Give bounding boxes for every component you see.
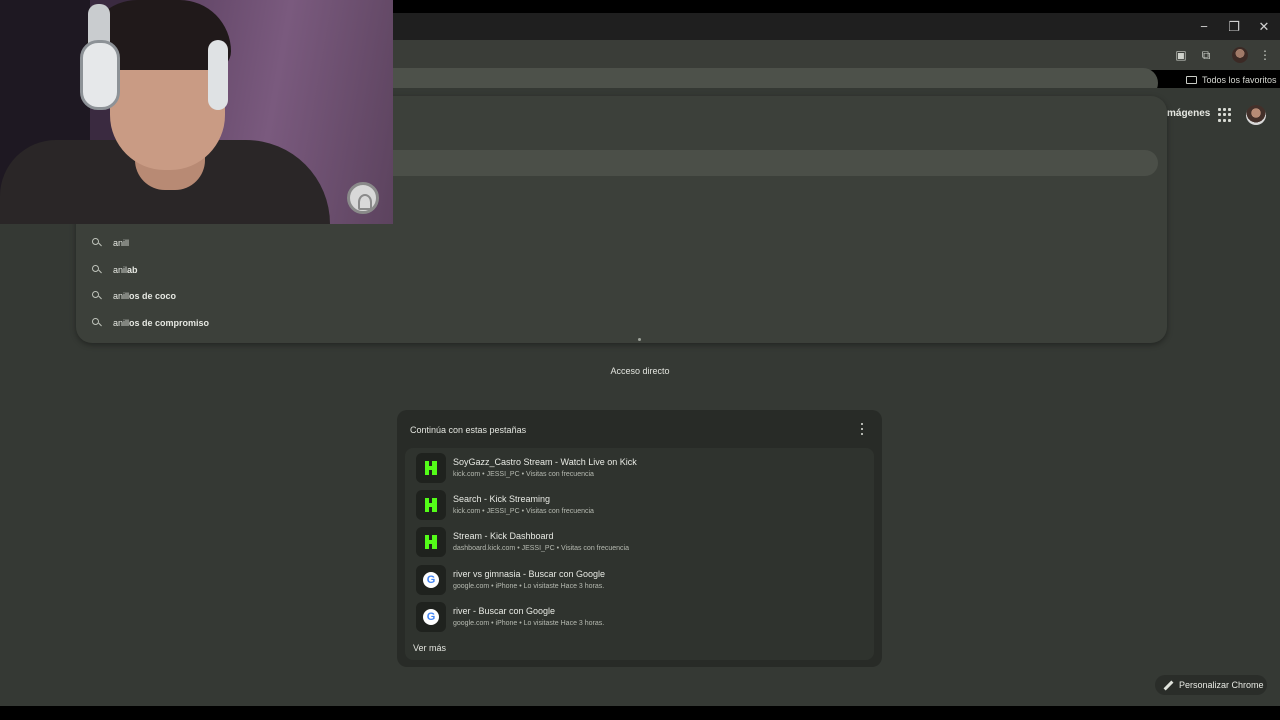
google-icon: G xyxy=(416,602,446,632)
shortcut-tile[interactable] xyxy=(638,338,641,341)
stream-logo-icon xyxy=(347,182,379,214)
suggestion-item[interactable]: anill os de compromiso xyxy=(90,314,209,332)
suggestion-item[interactable]: anil ab xyxy=(90,261,138,279)
all-bookmarks-label: Todos los favoritos xyxy=(1202,75,1277,85)
kick-icon xyxy=(416,453,446,483)
shortcut-label[interactable]: Acceso directo xyxy=(590,366,690,376)
tab-item[interactable]: G river - Buscar con Google google.com •… xyxy=(416,601,876,633)
card-menu-icon[interactable] xyxy=(857,423,867,435)
account-avatar[interactable] xyxy=(1246,105,1266,125)
search-icon xyxy=(90,317,102,329)
search-icon xyxy=(90,237,102,249)
folder-icon xyxy=(1186,76,1197,84)
tabs-list: SoyGazz_Castro Stream - Watch Live on Ki… xyxy=(405,448,874,660)
card-title: Continúa con estas pestañas xyxy=(410,425,527,435)
google-icon: G xyxy=(416,565,446,595)
pencil-icon xyxy=(1164,681,1173,690)
puzzle-icon[interactable]: ⧉ xyxy=(1198,47,1214,63)
customize-label: Personalizar Chrome xyxy=(1179,680,1264,690)
webcam-overlay xyxy=(0,0,393,224)
extension-photo-icon[interactable]: ▣ xyxy=(1173,47,1189,63)
kebab-menu-icon[interactable]: ⋮ xyxy=(1257,47,1273,63)
bottom-black-bar xyxy=(0,706,1280,720)
tab-item[interactable]: G river vs gimnasia - Buscar con Google … xyxy=(416,564,876,596)
search-icon xyxy=(90,264,102,276)
kick-icon xyxy=(416,527,446,557)
images-link[interactable]: mágenes xyxy=(1167,108,1210,119)
search-icon xyxy=(90,290,102,302)
see-more-link[interactable]: Ver más xyxy=(413,643,446,653)
minimize-button[interactable]: − xyxy=(1189,13,1219,40)
search-input[interactable] xyxy=(360,150,1158,176)
close-window-button[interactable]: ✕ xyxy=(1249,13,1279,40)
tab-item[interactable]: Stream - Kick Dashboard dashboard.kick.c… xyxy=(416,526,876,558)
customize-chrome-button[interactable]: Personalizar Chrome xyxy=(1155,675,1267,695)
profile-avatar[interactable] xyxy=(1232,47,1248,63)
suggestion-item[interactable]: anill xyxy=(90,234,129,252)
tab-item[interactable]: SoyGazz_Castro Stream - Watch Live on Ki… xyxy=(416,452,876,484)
apps-grid-icon[interactable] xyxy=(1218,108,1232,122)
kick-icon xyxy=(416,490,446,520)
suggestion-item[interactable]: anill os de coco xyxy=(90,287,176,305)
restore-button[interactable]: ❐ xyxy=(1219,13,1249,40)
continue-tabs-card: Continúa con estas pestañas SoyGazz_Cast… xyxy=(397,410,882,667)
all-bookmarks-button[interactable]: Todos los favoritos xyxy=(1186,73,1277,87)
tab-item[interactable]: Search - Kick Streaming kick.com • JESSI… xyxy=(416,489,876,521)
